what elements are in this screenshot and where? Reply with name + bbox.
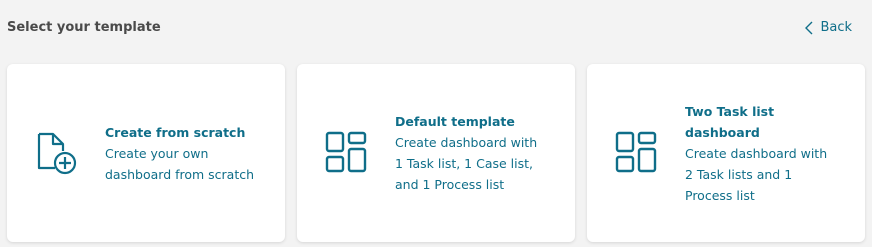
template-selection-page: Select your template Back Create from sc… [0, 0, 872, 247]
template-text: Two Task list dashboard Create dashboard… [685, 101, 849, 206]
template-name: Default template [395, 114, 515, 129]
template-description: Create dashboard with 1 Task list, 1 Cas… [395, 135, 538, 192]
template-name: Two Task list dashboard [685, 103, 775, 140]
page-title: Select your template [7, 20, 161, 35]
chevron-left-icon [804, 21, 814, 35]
template-list: Create from scratch Create your own dash… [7, 64, 865, 242]
template-name: Create from scratch [105, 124, 246, 140]
file-add-icon [33, 129, 81, 177]
template-description: Create dashboard with 2 Task lists and 1… [685, 145, 828, 203]
dashboard-layout-icon [323, 129, 371, 177]
template-text: Default template Create dashboard with 1… [395, 111, 559, 195]
template-card-default[interactable]: Default template Create dashboard with 1… [297, 64, 575, 242]
dashboard-layout-icon [613, 129, 661, 177]
template-text: Create from scratch Create your own dash… [105, 122, 269, 185]
template-card-two-task-list[interactable]: Two Task list dashboard Create dashboard… [587, 64, 865, 242]
template-description: Create your own dashboard from scratch [105, 145, 255, 182]
back-button[interactable]: Back [804, 20, 852, 35]
template-card-create-from-scratch[interactable]: Create from scratch Create your own dash… [7, 64, 285, 242]
back-label: Back [820, 20, 852, 35]
